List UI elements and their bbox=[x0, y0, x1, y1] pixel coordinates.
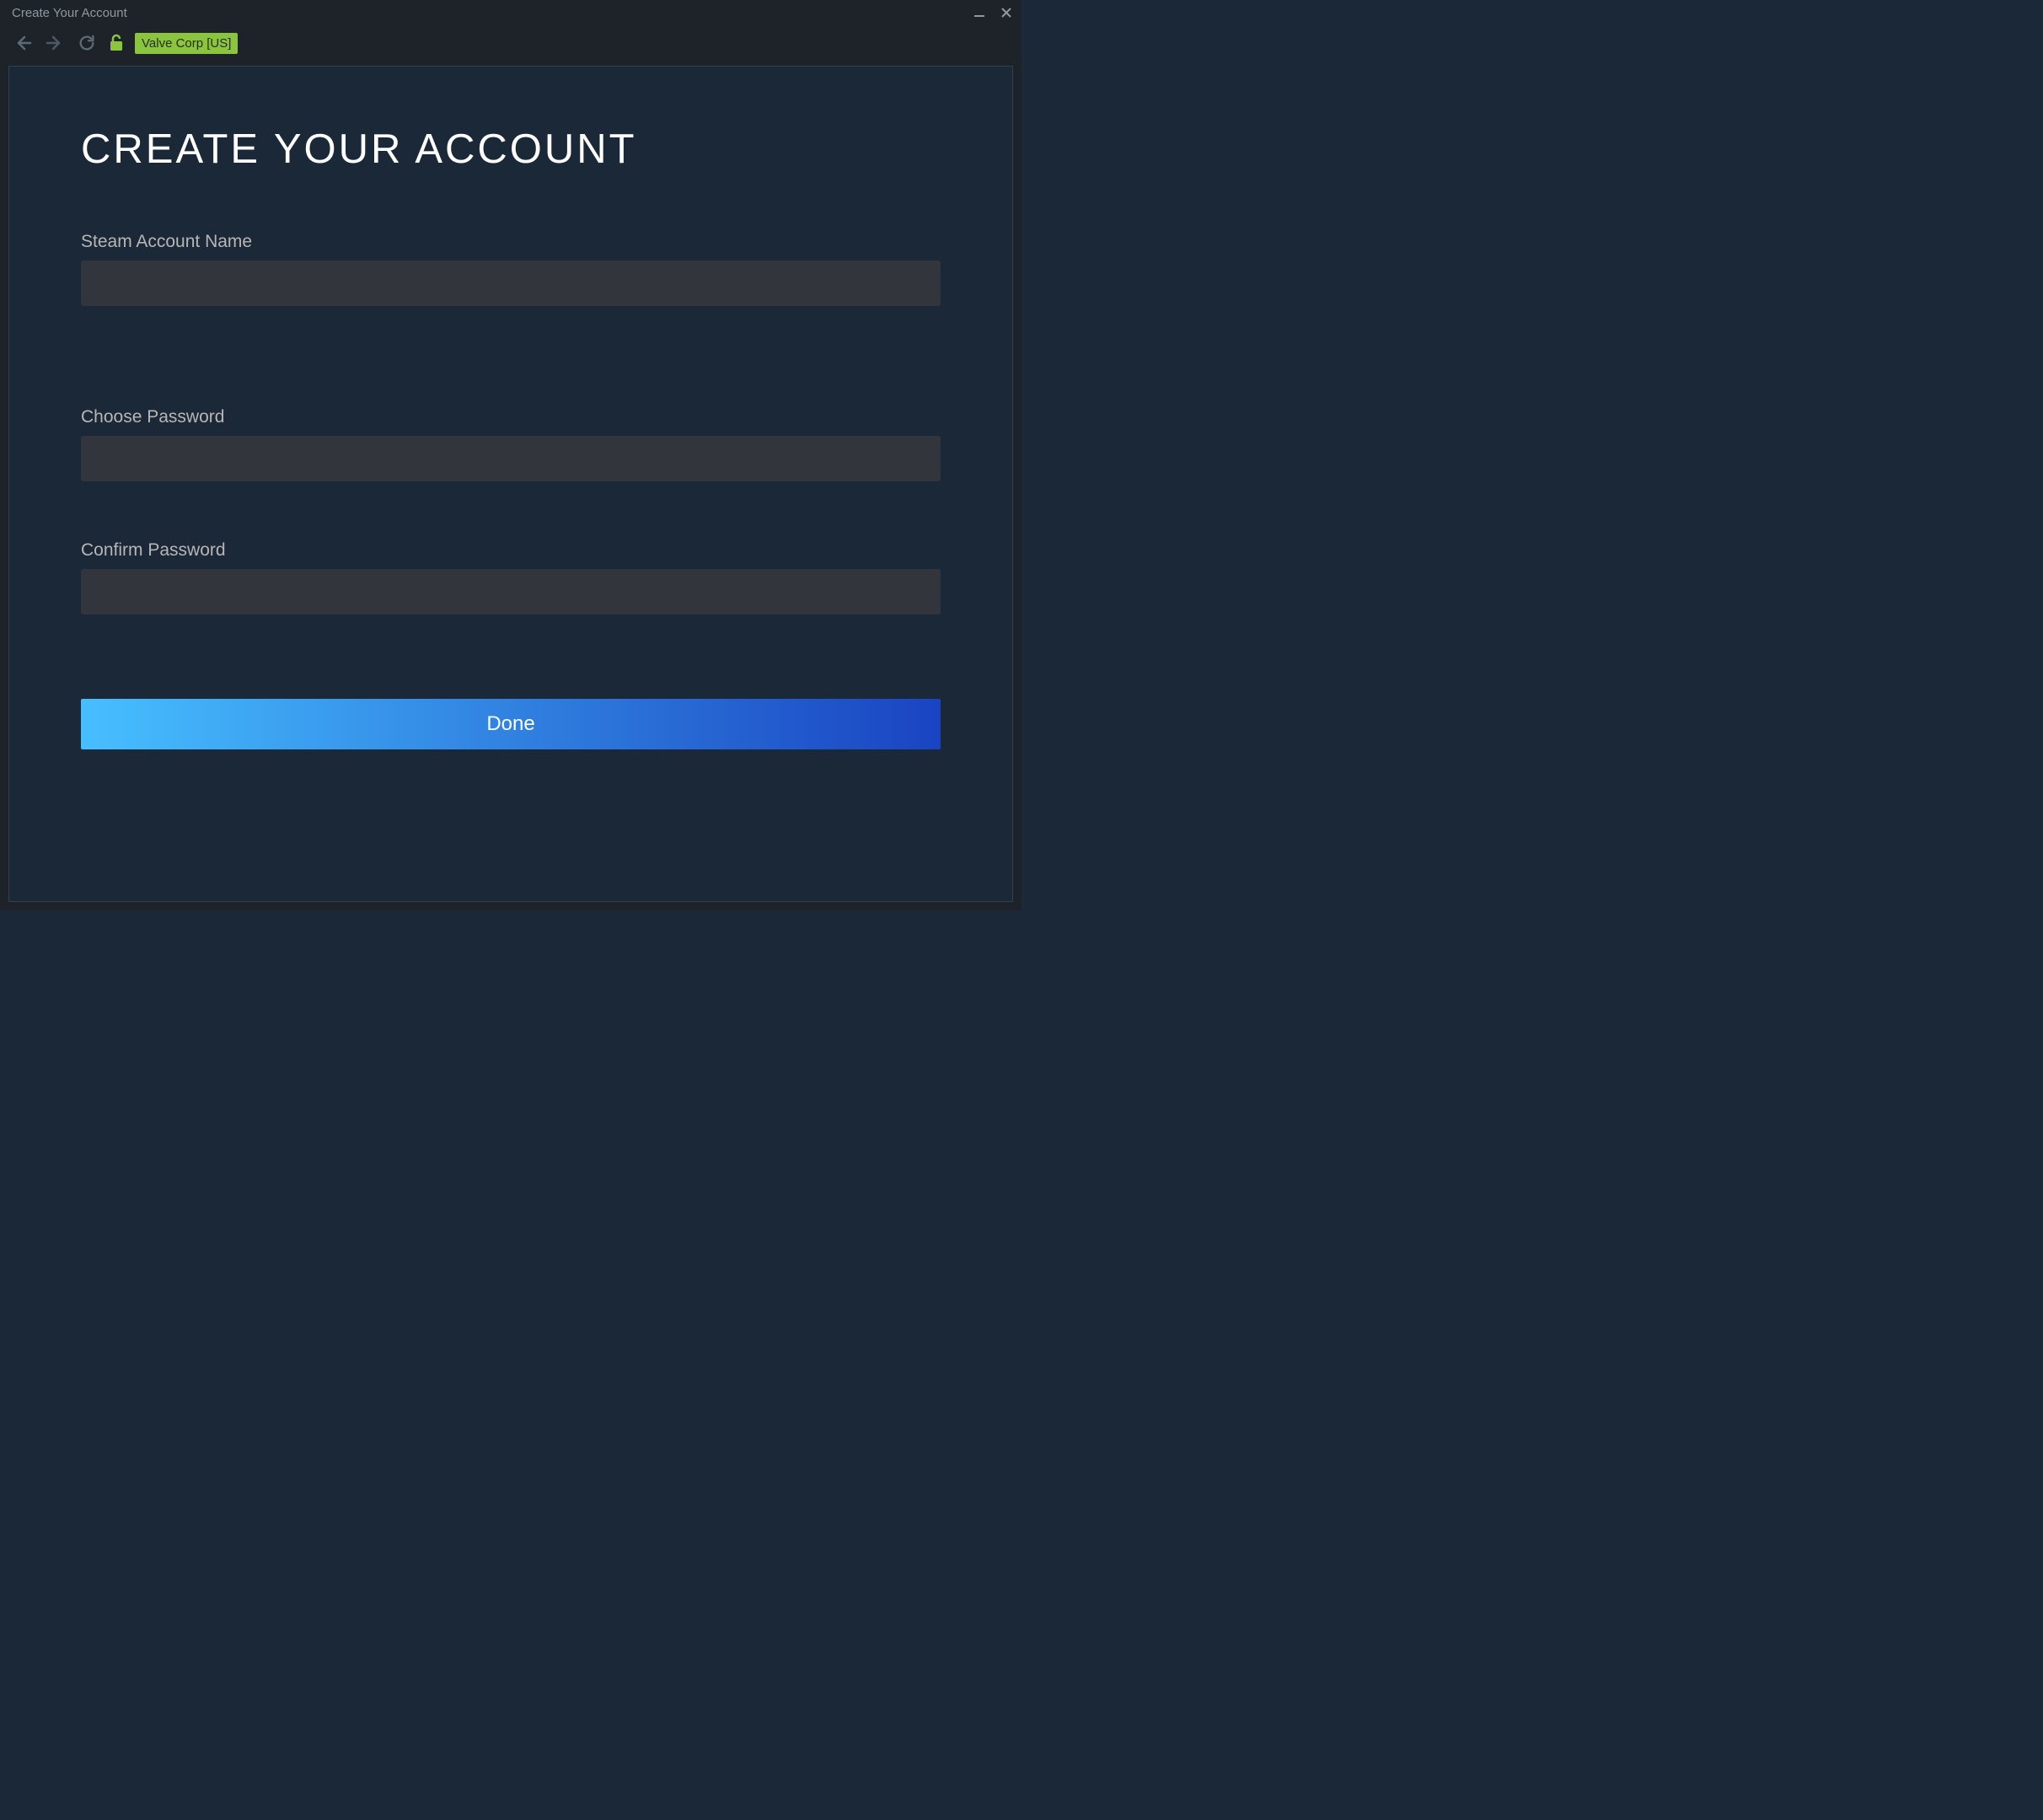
window-controls bbox=[971, 4, 1015, 21]
certificate-badge[interactable]: Valve Corp [US] bbox=[135, 33, 238, 54]
confirm-password-label: Confirm Password bbox=[81, 540, 941, 561]
page-heading: CREATE YOUR ACCOUNT bbox=[81, 126, 941, 173]
choose-password-group: Choose Password bbox=[81, 407, 941, 481]
reload-button[interactable] bbox=[76, 32, 98, 54]
account-name-label: Steam Account Name bbox=[81, 232, 941, 252]
account-name-input[interactable] bbox=[81, 260, 941, 306]
minimize-button[interactable] bbox=[971, 4, 988, 21]
close-button[interactable] bbox=[998, 4, 1015, 21]
reload-icon bbox=[78, 34, 96, 52]
close-icon bbox=[1000, 7, 1012, 19]
app-window: Create Your Account bbox=[0, 0, 1022, 910]
minimize-icon bbox=[973, 7, 985, 19]
browser-toolbar: Valve Corp [US] bbox=[0, 25, 1022, 62]
forward-button[interactable] bbox=[44, 32, 66, 54]
arrow-left-icon bbox=[13, 33, 33, 53]
titlebar: Create Your Account bbox=[0, 0, 1022, 25]
lock-icon bbox=[108, 34, 125, 52]
choose-password-label: Choose Password bbox=[81, 407, 941, 427]
done-button[interactable]: Done bbox=[81, 699, 941, 749]
choose-password-input[interactable] bbox=[81, 436, 941, 481]
window-title: Create Your Account bbox=[12, 6, 127, 20]
confirm-password-group: Confirm Password bbox=[81, 540, 941, 615]
account-name-group: Steam Account Name bbox=[81, 232, 941, 306]
back-button[interactable] bbox=[12, 32, 34, 54]
content-frame: CREATE YOUR ACCOUNT Steam Account Name C… bbox=[8, 66, 1013, 902]
arrow-right-icon bbox=[45, 33, 65, 53]
confirm-password-input[interactable] bbox=[81, 569, 941, 615]
